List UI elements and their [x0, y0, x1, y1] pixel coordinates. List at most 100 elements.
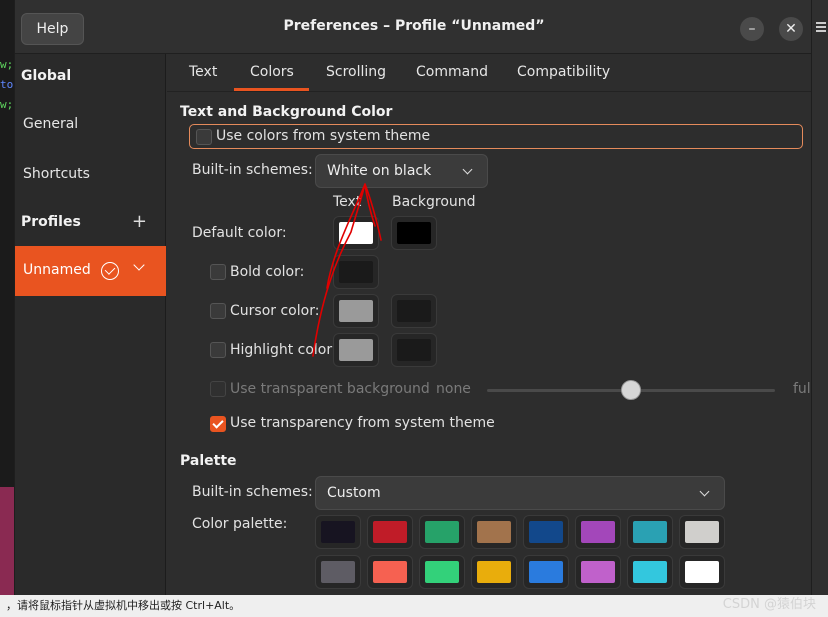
chevron-down-icon[interactable]: [133, 259, 145, 271]
tab-scrolling[interactable]: Scrolling: [326, 64, 386, 80]
background-window-edge: [812, 0, 828, 595]
palette-color-button[interactable]: [627, 555, 673, 589]
menu-icon[interactable]: [816, 22, 826, 24]
sidebar-item-profile-unnamed[interactable]: Unnamed: [15, 246, 166, 296]
swatch: [633, 521, 667, 543]
builtin-schemes-label: Built-in schemes:: [192, 162, 313, 178]
terminal-line: w;: [0, 98, 14, 111]
palette-builtin-schemes-label: Built-in schemes:: [192, 484, 313, 500]
palette-color-button[interactable]: [523, 515, 569, 549]
swatch: [397, 300, 431, 322]
default-text-color-button[interactable]: [333, 216, 379, 250]
cursor-background-color-button[interactable]: [391, 294, 437, 328]
add-profile-icon[interactable]: +: [132, 213, 147, 231]
palette-color-button[interactable]: [471, 555, 517, 589]
sidebar-heading-profiles: Profiles: [21, 214, 81, 230]
palette-color-button[interactable]: [679, 515, 725, 549]
palette-color-button[interactable]: [627, 515, 673, 549]
default-background-color-button[interactable]: [391, 216, 437, 250]
swatch: [581, 521, 615, 543]
swatch: [373, 521, 407, 543]
palette-color-button[interactable]: [315, 515, 361, 549]
swatch: [373, 561, 407, 583]
tab-colors[interactable]: Colors: [250, 64, 294, 80]
color-palette-label: Color palette:: [192, 516, 288, 532]
chevron-down-icon: [462, 164, 473, 175]
highlight-text-color-button[interactable]: [333, 333, 379, 367]
highlight-color-checkbox[interactable]: [210, 342, 226, 358]
swatch: [685, 561, 719, 583]
palette-schemes-dropdown[interactable]: Custom: [315, 476, 725, 510]
palette-color-button[interactable]: [523, 555, 569, 589]
minimize-button[interactable]: –: [740, 17, 764, 41]
section-title-palette: Palette: [180, 453, 237, 469]
close-button[interactable]: ✕: [779, 17, 803, 41]
swatch: [477, 561, 511, 583]
system-transparency-label[interactable]: Use transparency from system theme: [230, 415, 495, 431]
highlight-color-label[interactable]: Highlight color:: [230, 342, 337, 358]
tab-compatibility[interactable]: Compatibility: [517, 64, 610, 80]
swatch: [529, 521, 563, 543]
terminal-line: w;: [0, 58, 14, 71]
default-color-label: Default color:: [192, 225, 287, 241]
sidebar-item-shortcuts[interactable]: Shortcuts: [23, 166, 90, 182]
column-header-text: Text: [333, 194, 362, 210]
transparent-background-label[interactable]: Use transparent background: [230, 381, 430, 397]
swatch: [685, 521, 719, 543]
cursor-color-label[interactable]: Cursor color:: [230, 303, 319, 319]
sidebar-heading-global: Global: [21, 68, 72, 84]
swatch: [633, 561, 667, 583]
swatch: [425, 561, 459, 583]
status-bar: ，请将鼠标指针从虚拟机中移出或按 Ctrl+Alt。: [0, 595, 828, 617]
palette-color-button[interactable]: [471, 515, 517, 549]
tab-text[interactable]: Text: [189, 64, 217, 80]
cursor-color-checkbox[interactable]: [210, 303, 226, 319]
transparent-background-checkbox[interactable]: [210, 381, 226, 397]
swatch: [477, 521, 511, 543]
chevron-down-icon: [699, 486, 710, 497]
palette-color-button[interactable]: [575, 515, 621, 549]
swatch: [339, 261, 373, 283]
column-header-background: Background: [392, 194, 476, 210]
system-transparency-checkbox[interactable]: [210, 416, 226, 432]
bold-color-button[interactable]: [333, 255, 379, 289]
swatch: [397, 222, 431, 244]
bold-color-checkbox[interactable]: [210, 264, 226, 280]
transparency-min-label: none: [436, 381, 471, 397]
palette-color-button[interactable]: [679, 555, 725, 589]
default-profile-check-icon: [101, 262, 119, 280]
sidebar-item-general[interactable]: General: [23, 116, 78, 132]
cursor-text-color-button[interactable]: [333, 294, 379, 328]
use-system-colors-label[interactable]: Use colors from system theme: [216, 128, 430, 144]
swatch: [339, 222, 373, 244]
builtin-schemes-dropdown[interactable]: White on black: [315, 154, 488, 188]
transparency-max-label: full: [793, 381, 811, 397]
swatch: [321, 561, 355, 583]
profile-name: Unnamed: [23, 262, 91, 278]
bold-color-label[interactable]: Bold color:: [230, 264, 304, 280]
use-system-colors-checkbox[interactable]: [196, 129, 212, 145]
swatch: [321, 521, 355, 543]
palette-color-button[interactable]: [419, 515, 465, 549]
swatch: [397, 339, 431, 361]
highlight-background-color-button[interactable]: [391, 333, 437, 367]
transparency-slider-handle[interactable]: [621, 380, 641, 400]
swatch: [581, 561, 615, 583]
tab-command[interactable]: Command: [416, 64, 488, 80]
watermark: CSDN @猿伯块: [722, 597, 816, 612]
palette-color-button[interactable]: [367, 555, 413, 589]
active-tab-indicator: [234, 88, 309, 91]
section-title-text-background: Text and Background Color: [180, 104, 393, 120]
palette-color-button[interactable]: [367, 515, 413, 549]
swatch: [425, 521, 459, 543]
palette-color-button[interactable]: [315, 555, 361, 589]
builtin-schemes-value: White on black: [327, 163, 432, 179]
terminal-line: to: [0, 78, 14, 91]
preferences-window: Help Preferences – Profile “Unnamed” – ✕…: [14, 0, 812, 595]
sidebar: Global General Shortcuts Profiles + Unna…: [15, 54, 166, 595]
window-title: Preferences – Profile “Unnamed”: [283, 18, 545, 34]
palette-color-button[interactable]: [575, 555, 621, 589]
palette-color-button[interactable]: [419, 555, 465, 589]
swatch: [339, 339, 373, 361]
colors-panel: Text and Background Color Use colors fro…: [167, 93, 811, 595]
